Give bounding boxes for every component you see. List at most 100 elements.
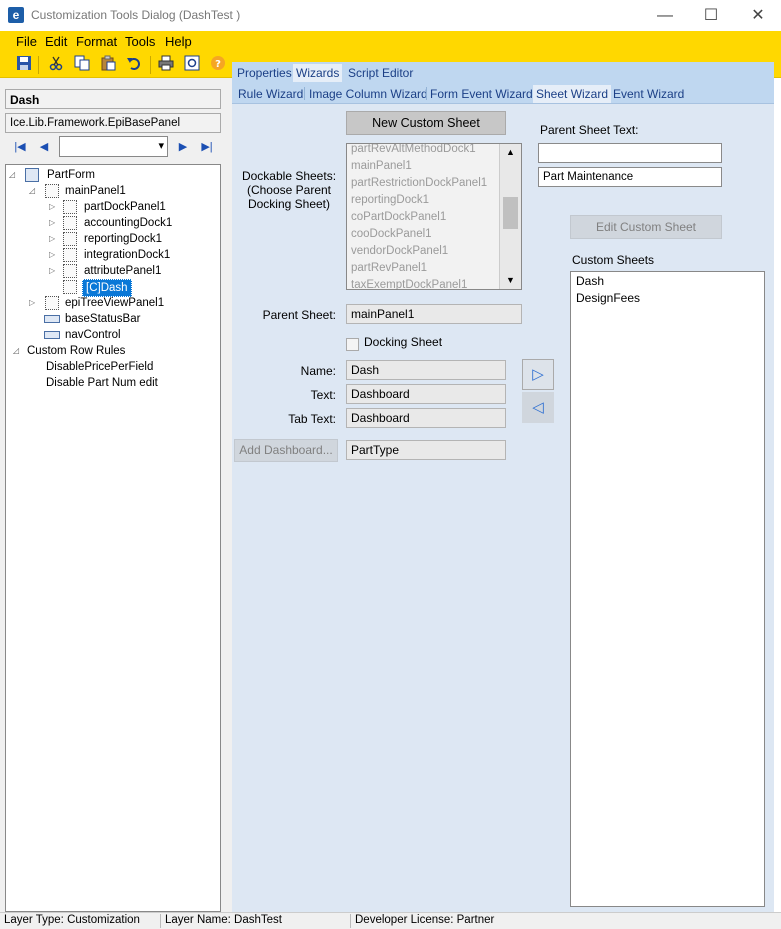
docking-sheet-label: Docking Sheet [364,335,443,349]
paste-icon[interactable] [98,55,118,75]
expand-icon[interactable]: ▷ [49,231,59,247]
list-item[interactable]: partRevAltMethodDock1 [351,144,476,155]
dockable-sheets-list[interactable]: partRevAltMethodDock1 mainPanel1 partRes… [346,143,522,290]
tab-event-wizard[interactable]: Event Wizard [610,85,687,103]
close-button[interactable]: ✕ [735,0,781,31]
undo-icon[interactable] [124,55,144,75]
list-item[interactable]: coPartDockPanel1 [351,211,446,223]
list-item[interactable]: reportingDock1 [351,194,429,206]
tab-sheet-wizard[interactable]: Sheet Wizard [533,85,612,103]
collapse-icon[interactable]: ◿ [13,343,23,359]
tab-strip-wizards: Rule Wizard Image Column Wizard Form Eve… [232,83,774,104]
part-type-field[interactable]: PartType [346,440,506,460]
expand-icon[interactable]: ▷ [49,199,59,215]
panel-icon [45,184,59,198]
maximize-button[interactable]: ☐ [688,0,734,31]
tree-node-label: baseStatusBar [65,313,141,325]
add-dashboard-button[interactable]: Add Dashboard... [234,439,338,462]
collapse-icon[interactable]: ◿ [9,167,19,183]
tab-form-event-wizard[interactable]: Form Event Wizard [427,85,536,103]
panel-icon [63,280,77,294]
tab-properties[interactable]: Properties [234,64,295,82]
new-custom-sheet-button[interactable]: New Custom Sheet [346,111,506,135]
list-item[interactable]: DesignFees [576,291,640,305]
list-item[interactable]: partRestrictionDockPanel1 [351,177,487,189]
status-developer-license: Developer License: Partner [355,914,495,926]
list-item[interactable]: mainPanel1 [351,160,412,172]
panel-icon [45,296,59,310]
tab-text-label: Tab Text: [288,412,336,426]
copy-icon[interactable] [72,55,92,75]
nav-first-icon[interactable]: |◀ [10,138,30,156]
tree-node-label: Custom Row Rules [27,345,126,357]
cut-icon[interactable] [46,55,66,75]
navcontrol-icon [44,331,60,339]
parent-sheet-text-input[interactable] [538,143,722,163]
dockable-sheets-label: Dockable Sheets: (Choose Parent Docking … [236,169,342,211]
docking-sheet-checkbox[interactable] [346,338,359,351]
expand-icon[interactable]: ▷ [49,247,59,263]
name-field[interactable]: Dash [346,360,506,380]
statusbar-icon [44,315,60,323]
dockable-label-line: Docking Sheet) [247,197,331,211]
scroll-up-icon[interactable]: ▲ [500,144,521,161]
menu-tools[interactable]: Tools [125,34,155,49]
tree-node-label: navControl [65,329,121,341]
title-bar: e Customization Tools Dialog (DashTest )… [0,0,781,31]
expand-icon[interactable]: ▷ [29,295,39,311]
print-preview-icon[interactable] [182,55,202,75]
scroll-down-icon[interactable]: ▼ [500,272,521,289]
menu-edit[interactable]: Edit [45,34,67,49]
expand-icon[interactable]: ▷ [49,263,59,279]
add-sheet-arrow-button[interactable]: ▷ [522,359,554,390]
status-bar: Layer Type: Customization Layer Name: Da… [0,912,781,929]
nav-last-icon[interactable]: ▶| [197,138,217,156]
type-name-field: Ice.Lib.Framework.EpiBasePanel [5,113,221,133]
minimize-button[interactable]: — [642,0,688,31]
scroll-thumb[interactable] [503,197,518,229]
window-title: Customization Tools Dialog (DashTest ) [31,8,241,22]
save-icon[interactable] [14,55,34,75]
collapse-icon[interactable]: ◿ [29,183,39,199]
list-item[interactable]: Dash [576,274,604,288]
list-item[interactable]: taxExemptDockPanel1 [351,279,467,289]
list-item[interactable]: cooDockPanel1 [351,228,432,240]
help-icon[interactable]: ? [208,55,228,75]
parent-sheet-text-display[interactable]: Part Maintenance [538,167,722,187]
nav-combo[interactable]: ▾ [59,136,168,157]
status-layer-name: Layer Name: DashTest [165,914,282,926]
nav-prev-icon[interactable]: ◀ [34,138,54,156]
list-item[interactable]: partRevPanel1 [351,262,427,274]
tab-rule-wizard[interactable]: Rule Wizard [235,85,306,103]
nav-next-icon[interactable]: ▶ [173,138,193,156]
dock-list-scrollbar[interactable]: ▲ ▼ [499,144,521,289]
edit-custom-sheet-button[interactable]: Edit Custom Sheet [570,215,722,239]
menu-format[interactable]: Format [76,34,117,49]
tree-node-label: reportingDock1 [84,233,162,245]
app-icon: e [8,7,24,23]
text-field[interactable]: Dashboard [346,384,506,404]
tab-script-editor[interactable]: Script Editor [345,64,416,82]
chevron-down-icon[interactable]: ▾ [158,139,164,152]
custom-sheets-list[interactable]: Dash DesignFees [570,271,765,907]
text-label: Text: [310,388,336,402]
list-item[interactable]: vendorDockPanel1 [351,245,448,257]
print-icon[interactable] [156,55,176,75]
form-tree[interactable]: ◿ PartForm ◿ mainPanel1 ▷ partDockPanel1… [5,164,221,912]
menu-file[interactable]: File [16,34,37,49]
expand-icon[interactable]: ▷ [49,215,59,231]
menu-help[interactable]: Help [165,34,192,49]
custom-sheets-label: Custom Sheets [572,253,655,267]
tab-wizards[interactable]: Wizards [293,64,343,82]
dockable-label-line: Dockable Sheets: [241,169,337,183]
panel-icon [63,264,77,278]
tree-node-label: partDockPanel1 [84,201,166,213]
tab-text-field[interactable]: Dashboard [346,408,506,428]
tree-node-label: accountingDock1 [84,217,173,229]
remove-sheet-arrow-button[interactable]: ◁ [522,392,554,423]
name-label: Name: [300,364,336,378]
tree-node-label: DisablePricePerField [46,361,154,373]
parent-sheet-field: mainPanel1 [346,304,522,324]
tab-image-column-wizard[interactable]: Image Column Wizard [306,85,431,103]
panel-icon [63,232,77,246]
